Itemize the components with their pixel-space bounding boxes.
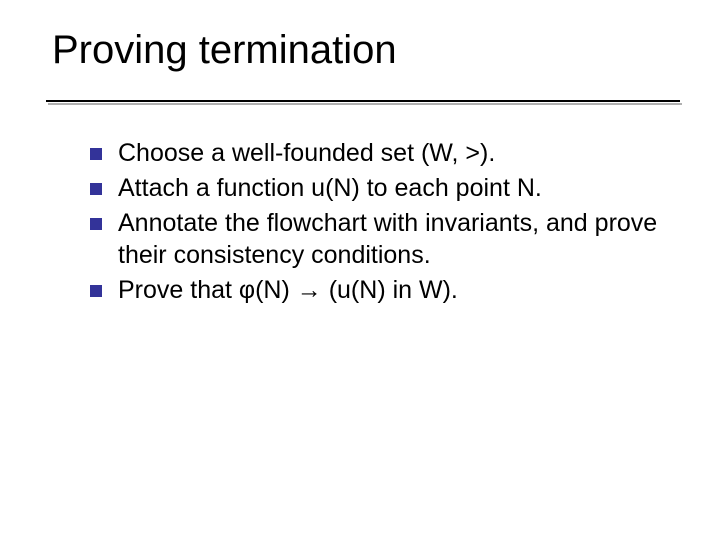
bullet-text: Prove that φ(N) → (u(N) in W).	[118, 274, 660, 306]
bullet-text: Choose a well-founded set (W, >).	[118, 137, 660, 169]
bullet-text: Annotate the flowchart with invariants, …	[118, 207, 660, 271]
list-item: Attach a function u(N) to each point N.	[90, 172, 660, 204]
title-underline-shadow	[48, 103, 682, 105]
slide-title: Proving termination	[52, 28, 680, 73]
square-bullet-icon	[90, 218, 102, 230]
list-item: Choose a well-founded set (W, >).	[90, 137, 660, 169]
bullet-text: Attach a function u(N) to each point N.	[118, 172, 660, 204]
square-bullet-icon	[90, 183, 102, 195]
title-underline	[46, 100, 680, 102]
square-bullet-icon	[90, 148, 102, 160]
list-item: Prove that φ(N) → (u(N) in W).	[90, 274, 660, 306]
square-bullet-icon	[90, 285, 102, 297]
slide-body: Choose a well-founded set (W, >). Attach…	[90, 137, 660, 306]
slide-container: Proving termination Choose a well-founde…	[0, 0, 720, 540]
list-item: Annotate the flowchart with invariants, …	[90, 207, 660, 271]
